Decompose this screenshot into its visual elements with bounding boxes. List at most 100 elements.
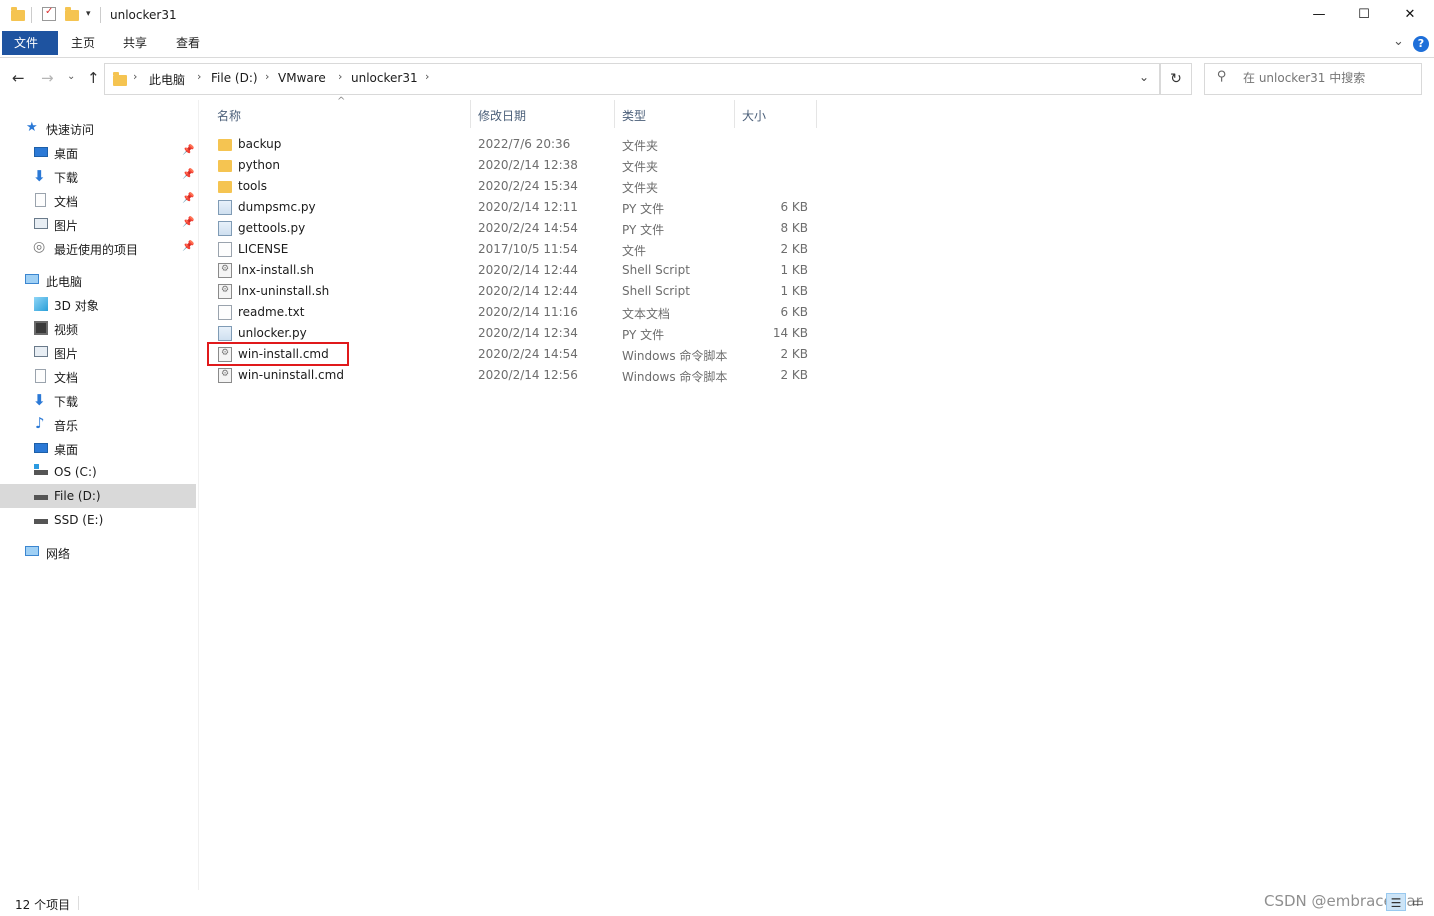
sidebar-item-documents[interactable]: 文档 📌 [0, 188, 196, 212]
pictures-icon [34, 346, 48, 357]
file-date: 2020/2/14 12:44 [478, 263, 578, 277]
sidebar-item-downloads[interactable]: ⬇ 下载 📌 [0, 164, 196, 188]
sidebar-item-pictures-pc[interactable]: 图片 [0, 340, 196, 364]
column-header-type[interactable]: 类型 [622, 107, 646, 124]
help-icon[interactable]: ? [1413, 36, 1429, 52]
file-row[interactable]: lnx-uninstall.sh 2020/2/14 12:44 Shell Scr… [210, 281, 816, 302]
sidebar-item-drive-d[interactable]: File (D:) [0, 484, 196, 508]
maximize-button[interactable]: ☐ [1341, 0, 1387, 30]
sidebar-item-videos[interactable]: 视频 [0, 316, 196, 340]
address-dropdown-icon[interactable]: ⌄ [1139, 70, 1149, 84]
sidebar-item-desktop[interactable]: 桌面 📌 [0, 140, 196, 164]
breadcrumb-vmware[interactable]: VMware [278, 71, 326, 85]
customize-toolbar-icon[interactable]: ▾ [86, 9, 91, 19]
breadcrumb-separator[interactable]: › [133, 70, 137, 83]
sidebar-item-documents-pc[interactable]: 文档 [0, 364, 196, 388]
sidebar-item-pictures[interactable]: 图片 📌 [0, 212, 196, 236]
sidebar-item-network[interactable]: 网络 [0, 540, 196, 564]
drive-icon [34, 519, 48, 524]
file-name: win-uninstall.cmd [238, 368, 344, 382]
file-name: lnx-install.sh [238, 263, 314, 277]
search-box[interactable]: ⚲ [1204, 63, 1422, 95]
column-divider[interactable] [816, 100, 817, 128]
close-button[interactable]: ✕ [1387, 0, 1433, 30]
file-row[interactable]: dumpsmc.py 2020/2/14 12:11 PY 文件 6 KB [210, 197, 816, 218]
pin-icon[interactable]: 📌 [182, 145, 194, 156]
tab-share[interactable]: 共享 [111, 31, 159, 55]
column-header-name[interactable]: 名称 [217, 107, 241, 124]
script-file-icon [218, 368, 232, 383]
sidebar-item-desktop-pc[interactable]: 桌面 [0, 436, 196, 460]
large-icons-view-button[interactable]: ▭ [1408, 893, 1428, 911]
column-header-date[interactable]: 修改日期 [478, 107, 526, 124]
breadcrumb-separator[interactable]: › [197, 70, 201, 83]
file-date: 2020/2/24 14:54 [478, 347, 578, 361]
tab-view[interactable]: 查看 [164, 31, 212, 55]
pin-icon[interactable]: 📌 [182, 193, 194, 204]
breadcrumb-current[interactable]: unlocker31 [351, 71, 418, 85]
pictures-icon [34, 218, 48, 229]
file-date: 2020/2/24 15:34 [478, 179, 578, 193]
details-view-button[interactable]: ☰ [1386, 893, 1406, 911]
file-row[interactable]: readme.txt 2020/2/14 11:16 文本文档 6 KB [210, 302, 816, 323]
file-size: 6 KB [780, 305, 808, 319]
column-header-size[interactable]: 大小 [742, 107, 766, 124]
tab-home[interactable]: 主页 [59, 31, 107, 55]
sidebar-item-this-pc[interactable]: 此电脑 [0, 268, 196, 292]
recent-locations-button[interactable]: ⌄ [67, 71, 75, 82]
breadcrumb-separator[interactable]: › [338, 70, 342, 83]
forward-button[interactable]: → [41, 69, 54, 87]
file-date: 2020/2/14 11:16 [478, 305, 578, 319]
column-divider[interactable] [614, 100, 615, 128]
minimize-button[interactable]: — [1296, 0, 1342, 30]
breadcrumb-separator[interactable]: › [425, 70, 429, 83]
sidebar-item-recent[interactable]: ◎ 最近使用的项目 📌 [0, 236, 196, 260]
pane-splitter[interactable] [198, 100, 199, 890]
title-bar: ✓ ▾ unlocker31 — ☐ ✕ [0, 0, 1434, 31]
sidebar-item-label: 图片 [54, 347, 79, 361]
address-bar[interactable]: › 此电脑 › File (D:) › VMware › unlocker31 … [104, 63, 1160, 95]
folder-icon [218, 139, 232, 151]
pin-icon[interactable]: 📌 [182, 169, 194, 180]
script-file-icon [218, 263, 232, 278]
breadcrumb-drive[interactable]: File (D:) [211, 71, 258, 85]
tab-file[interactable]: 文件 [2, 31, 58, 55]
star-icon: ★ [26, 120, 38, 135]
file-row[interactable]: backup 2022/7/6 20:36 文件夹 [210, 134, 816, 155]
sidebar-item-drive-c[interactable]: OS (C:) [0, 460, 196, 484]
sidebar-item-music[interactable]: ♪ 音乐 [0, 412, 196, 436]
sidebar-item-quick-access[interactable]: ★ 快速访问 [0, 116, 196, 140]
file-date: 2020/2/24 14:54 [478, 221, 578, 235]
computer-icon [25, 274, 39, 284]
breadcrumb-this-pc[interactable]: 此电脑 [149, 71, 185, 88]
pin-icon[interactable]: 📌 [182, 217, 194, 228]
file-type: 文件夹 [622, 160, 659, 174]
sidebar-item-label: 下载 [54, 395, 79, 409]
breadcrumb-separator[interactable]: › [265, 70, 269, 83]
file-row[interactable]: LICENSE 2017/10/5 11:54 文件 2 KB [210, 239, 816, 260]
file-row[interactable]: python 2020/2/14 12:38 文件夹 [210, 155, 816, 176]
file-row[interactable]: gettools.py 2020/2/24 14:54 PY 文件 8 KB [210, 218, 816, 239]
column-divider[interactable] [470, 100, 471, 128]
search-input[interactable] [1243, 71, 1413, 85]
refresh-button[interactable]: ↻ [1160, 63, 1192, 95]
file-row[interactable]: unlocker.py 2020/2/14 12:34 PY 文件 14 KB [210, 323, 816, 344]
file-row[interactable]: tools 2020/2/24 15:34 文件夹 [210, 176, 816, 197]
up-button[interactable]: ↑ [87, 69, 100, 87]
pin-icon[interactable]: 📌 [182, 241, 194, 252]
sidebar-item-3d-objects[interactable]: 3D 对象 [0, 292, 196, 316]
sidebar-item-drive-e[interactable]: SSD (E:) [0, 508, 196, 532]
new-folder-icon[interactable] [65, 7, 79, 21]
cube-icon [34, 297, 48, 311]
search-icon: ⚲ [1217, 69, 1227, 84]
desktop-icon [34, 443, 48, 453]
column-divider[interactable] [734, 100, 735, 128]
file-row[interactable]: lnx-install.sh 2020/2/14 12:44 Shell Scrip… [210, 260, 816, 281]
file-type: PY 文件 [622, 328, 665, 342]
file-row[interactable]: win-uninstall.cmd 2020/2/14 12:56 Windows … [210, 365, 816, 386]
sidebar-item-downloads-pc[interactable]: ⬇ 下载 [0, 388, 196, 412]
sidebar-item-label: 音乐 [54, 419, 79, 433]
expand-ribbon-icon[interactable]: ⌄ [1393, 34, 1404, 49]
properties-icon[interactable]: ✓ [42, 6, 56, 21]
back-button[interactable]: ← [12, 69, 25, 87]
